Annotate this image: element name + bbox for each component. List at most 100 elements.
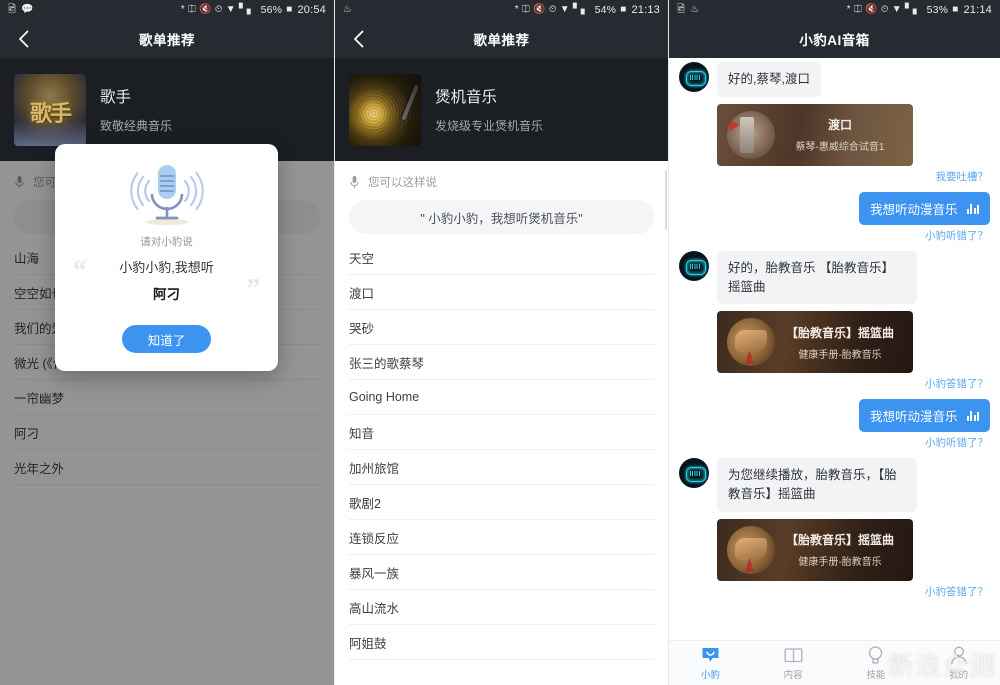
nfc-icon: ⎅: [853, 4, 863, 15]
status-bar: 🖻 ♨ * ⎅ 🔇 ⏲ ▼ ▘▖ 53% ■ 21:14: [669, 0, 1000, 20]
feedback-link[interactable]: 小豹答错了？: [679, 584, 988, 599]
playlist-meta: 煲机音乐 发烧级专业煲机音乐: [435, 85, 543, 134]
bot-avatar-icon: [679, 458, 709, 489]
list-item[interactable]: 天空: [349, 240, 654, 275]
music-card-text: 【胎教音乐】摇篮曲 健康手册-胎教音乐: [775, 324, 913, 361]
book-icon: [752, 645, 835, 665]
battery-percent: 53%: [926, 4, 949, 16]
song-list[interactable]: 天空 渡口 哭砂 张三的歌蔡琴 Going Home 知音 加州旅馆 歌剧2 连…: [335, 240, 668, 660]
message-row: 为您继续播放，胎教音乐，【胎教音乐】摇篮曲: [679, 458, 990, 512]
list-item[interactable]: 哭砂: [349, 310, 654, 345]
tab-mine[interactable]: 我的: [917, 645, 1000, 681]
chat-message: 好的，胎教音乐 【胎教音乐】摇篮曲 【胎教音乐】摇篮曲 健康手册-胎教音乐 小豹…: [679, 250, 990, 392]
message-text: 我想听动漫音乐: [869, 202, 958, 217]
mute-icon: 🔇: [533, 4, 546, 15]
clock: 20:54: [297, 4, 326, 16]
music-card-text: 渡口 蔡琴-惠威综合试音1: [775, 116, 913, 153]
tab-xiaobao[interactable]: 小豹: [669, 645, 752, 681]
album-thumbnail: [727, 525, 775, 574]
list-item[interactable]: 张三的歌蔡琴: [349, 345, 654, 380]
microphone-small-icon: [350, 176, 359, 188]
alarm-icon: ⏲: [880, 4, 889, 15]
list-item[interactable]: 知音: [349, 415, 654, 450]
music-card-subtitle: 健康手册-胎教音乐: [798, 349, 882, 361]
image-icon: 🖻: [8, 4, 17, 15]
audio-equalizer-icon: [966, 410, 979, 422]
quote-open-icon: “: [73, 255, 87, 285]
music-card[interactable]: 【胎教音乐】摇篮曲 健康手册-胎教音乐: [717, 311, 913, 374]
message-bubble: 好的,蔡琴,渡口: [717, 62, 821, 97]
playlist-header: 煲机音乐 发烧级专业煲机音乐: [335, 58, 668, 161]
clock: 21:13: [631, 4, 660, 16]
tab-skills[interactable]: 技能: [835, 645, 918, 681]
tab-content[interactable]: 内容: [752, 645, 835, 681]
message-bubble: 我想听动漫音乐: [858, 399, 990, 433]
page-title: 歌单推荐: [473, 33, 530, 48]
music-card-text: 【胎教音乐】摇篮曲 健康手册-胎教音乐: [775, 531, 913, 568]
list-item[interactable]: 阿姐鼓: [349, 625, 654, 660]
back-icon[interactable]: [12, 28, 34, 50]
message-row: 我想听动漫音乐: [679, 191, 990, 225]
dialog-confirm-button[interactable]: 知道了: [121, 325, 212, 353]
status-right-icons: * ⎅ 🔇 ⏲ ▼ ▘▖ 54% ■ 21:13: [515, 4, 660, 16]
microphone-icon: [119, 160, 215, 226]
list-item[interactable]: 加州旅馆: [349, 450, 654, 485]
page-title: 歌单推荐: [139, 33, 195, 48]
list-item[interactable]: 连锁反应: [349, 520, 654, 555]
bottom-tab-bar: 小豹 内容 技能 我的: [669, 640, 1000, 685]
tab-label: 小豹: [700, 670, 720, 681]
message-row: 我想听动漫音乐: [679, 399, 990, 433]
mute-icon: 🔇: [865, 4, 878, 15]
chat-message: 我想听动漫音乐 小豹听错了？: [679, 191, 990, 243]
message-icon: 💬: [21, 4, 34, 15]
signal-icon: ▘▖: [572, 4, 589, 15]
message-bubble: 我想听动漫音乐: [858, 191, 990, 225]
chat-message: 为您继续播放，胎教音乐，【胎教音乐】摇篮曲 【胎教音乐】摇篮曲 健康手册-胎教音…: [679, 458, 990, 599]
say-hint-label: 您可以这样说: [368, 177, 437, 189]
message-text: 我想听动漫音乐: [869, 410, 958, 425]
playlist-subtitle: 致敬经典音乐: [100, 119, 173, 133]
chat-message-list[interactable]: 好的,蔡琴,渡口 渡口 蔡琴-惠威综合试音1 我要吐槽？ 我想听动漫音乐 小豹听…: [669, 58, 1000, 640]
bluetooth-icon: *: [514, 4, 519, 15]
playlist-cover-image: [14, 73, 86, 146]
panel-playlist-singer: 🖻 💬 * ⎅ 🔇 ⏲ ▼ ▘▖ 56% ■ 20:54 歌单推荐 歌手 歌手 …: [0, 0, 334, 685]
list-item[interactable]: 暴风一族: [349, 555, 654, 590]
say-example-chip[interactable]: " 小豹小豹，我想听煲机音乐": [349, 200, 654, 234]
music-card-subtitle: 蔡琴-惠威综合试音1: [795, 142, 885, 154]
back-icon[interactable]: [347, 28, 369, 50]
wifi-icon: ▼: [559, 4, 570, 15]
feedback-link[interactable]: 小豹听错了？: [679, 228, 988, 243]
music-card-title: 【胎教音乐】摇篮曲: [785, 325, 894, 340]
wifi-icon: ▼: [225, 4, 236, 15]
music-card[interactable]: 渡口 蔡琴-惠威综合试音1: [717, 103, 913, 166]
music-card[interactable]: 【胎教音乐】摇篮曲 健康手册-胎教音乐: [717, 518, 913, 581]
feedback-link[interactable]: 小豹听错了？: [679, 435, 988, 450]
battery-icon: ■: [286, 4, 293, 15]
list-item[interactable]: 高山流水: [349, 590, 654, 625]
chat-message: 好的,蔡琴,渡口 渡口 蔡琴-惠威综合试音1 我要吐槽？: [679, 62, 990, 184]
playlist-subtitle: 发烧级专业煲机音乐: [435, 119, 544, 133]
list-item[interactable]: 歌剧2: [349, 485, 654, 520]
say-hint-row: 您可以这样说: [335, 161, 668, 200]
list-item[interactable]: 渡口: [349, 275, 654, 310]
feedback-link[interactable]: 我要吐槽？: [679, 169, 989, 184]
album-thumbnail: [727, 110, 775, 159]
chat-message: 我想听动漫音乐 小豹听错了？: [679, 399, 990, 450]
tab-label: 内容: [783, 670, 803, 681]
message-bubble: 为您继续播放，胎教音乐，【胎教音乐】摇篮曲: [717, 458, 917, 512]
dialog-quote-block: “ 小豹小豹,我想听 阿刁 ”: [69, 257, 264, 303]
nav-bar: 歌单推荐: [335, 20, 668, 58]
voice-tip-dialog: 请对小豹说 “ 小豹小豹,我想听 阿刁 ” 知道了: [55, 144, 278, 371]
tab-label: 我的: [949, 670, 969, 681]
list-item[interactable]: Going Home: [349, 380, 654, 415]
status-bar: 🖻 💬 * ⎅ 🔇 ⏲ ▼ ▘▖ 56% ■ 20:54: [0, 0, 334, 20]
battery-percent: 54%: [594, 4, 617, 16]
feedback-link[interactable]: 小豹答错了？: [679, 376, 988, 391]
bot-avatar-icon: [679, 62, 709, 92]
battery-icon: ■: [620, 4, 627, 15]
message-row: 好的,蔡琴,渡口: [679, 62, 990, 97]
scrollbar[interactable]: [665, 170, 667, 230]
status-left-icons: ♨: [343, 5, 352, 15]
dialog-line-1: 小豹小豹,我想听: [119, 260, 214, 275]
music-card-title: 渡口: [827, 118, 852, 133]
